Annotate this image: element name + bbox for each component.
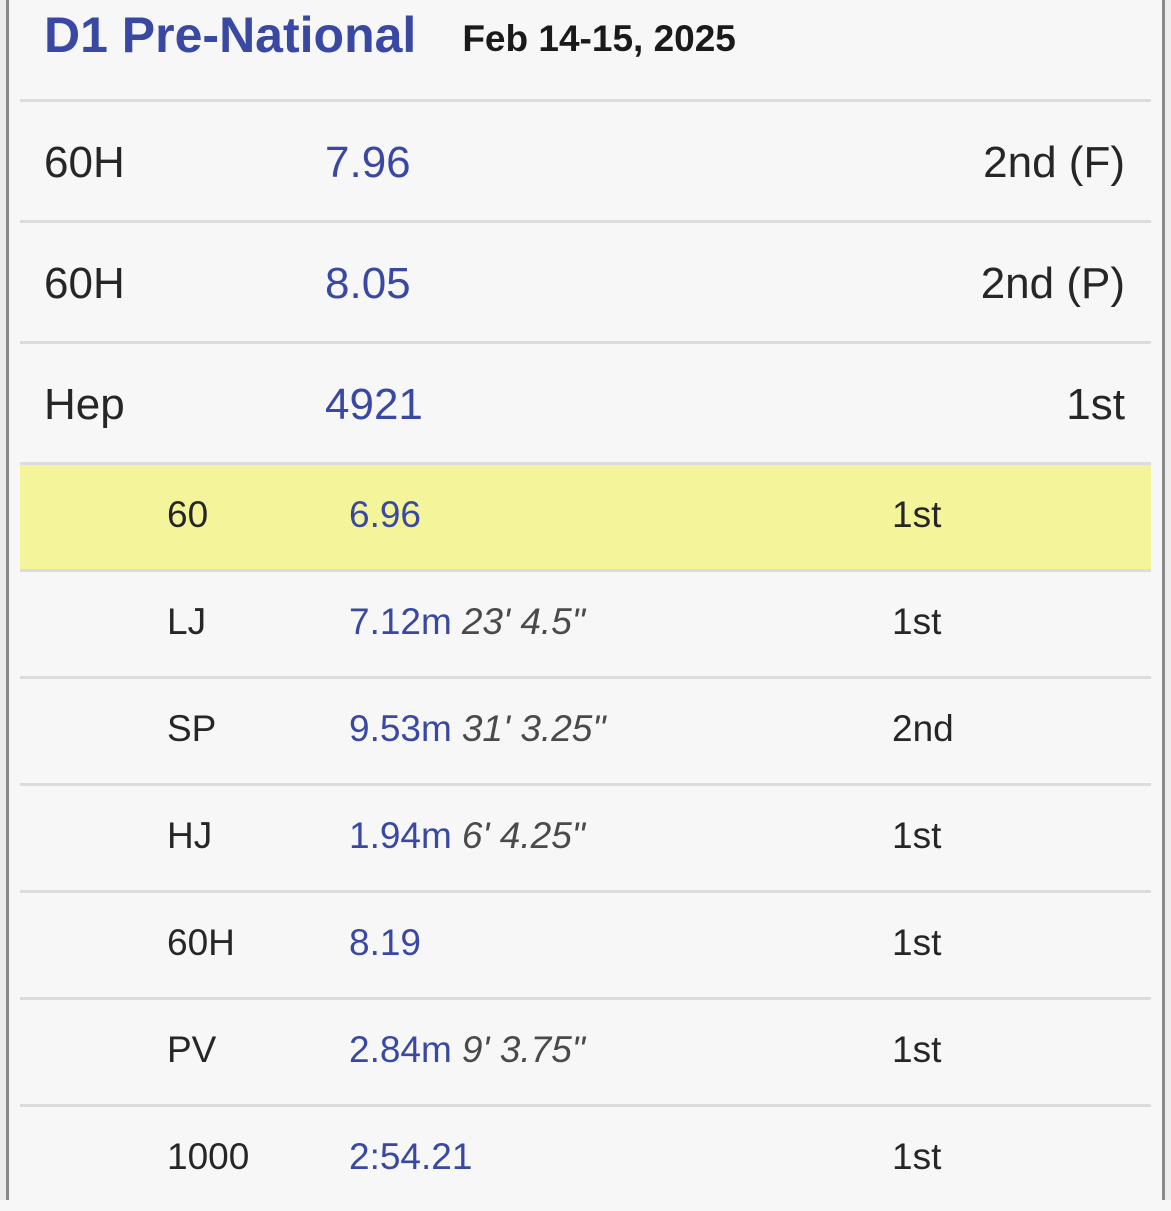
result-mark-link[interactable]: 8.05 (325, 259, 411, 309)
metric-mark: 2:54.21 (349, 1136, 473, 1177)
meet-date: Feb 14-15, 2025 (462, 18, 736, 59)
sub-event-row: 1000 2:54.21 1st (20, 1104, 1151, 1211)
sub-event-mark-link[interactable]: 2:54.21 (349, 1136, 472, 1178)
sub-event-name: HJ (167, 815, 213, 856)
event-name: 60H (44, 138, 125, 187)
sub-event-place: 1st (892, 1136, 942, 1177)
sub-event-mark-link[interactable]: 7.12m 23' 4.5" (349, 601, 585, 643)
metric-mark: 8.19 (349, 922, 422, 963)
sub-event-mark-link[interactable]: 9.53m 31' 3.25" (349, 708, 606, 750)
sub-event-place: 1st (892, 1029, 942, 1070)
imperial-mark: 31' 3.25" (461, 708, 606, 749)
result-place: 1st (1066, 380, 1125, 429)
sub-event-mark-link[interactable]: 2.84m 9' 3.75" (349, 1029, 585, 1071)
sub-event-place: 1st (892, 494, 942, 535)
metric-mark: 1.94m (349, 815, 452, 856)
sub-event-row-highlighted: 60 6.96 1st (20, 462, 1151, 569)
sub-event-name: LJ (167, 601, 207, 642)
sub-event-mark-link[interactable]: 6.96 (349, 494, 421, 536)
result-row: 60H 8.05 2nd (P) (20, 220, 1151, 341)
sub-event-row: SP 9.53m 31' 3.25" 2nd (20, 676, 1151, 783)
sub-event-row: PV 2.84m 9' 3.75" 1st (20, 997, 1151, 1104)
meet-header: D1 Pre-National Feb 14-15, 2025 (44, 0, 1144, 100)
sub-event-place: 2nd (892, 708, 954, 749)
imperial-mark: 6' 4.25" (461, 815, 585, 856)
metric-mark: 2.84m (349, 1029, 452, 1070)
result-place: 2nd (F) (983, 138, 1125, 187)
meet-name-link[interactable]: D1 Pre-National (44, 6, 416, 64)
sub-event-row: 60H 8.19 1st (20, 890, 1151, 997)
metric-mark: 7.12m (349, 601, 452, 642)
right-frame-border (1162, 0, 1171, 1200)
sub-event-mark-link[interactable]: 1.94m 6' 4.25" (349, 815, 585, 857)
metric-mark: 9.53m (349, 708, 452, 749)
event-name: Hep (44, 380, 125, 429)
imperial-mark: 23' 4.5" (461, 601, 585, 642)
sub-event-mark-link[interactable]: 8.19 (349, 922, 421, 964)
sub-event-name: SP (167, 708, 217, 749)
metric-mark: 6.96 (349, 494, 422, 535)
sub-event-place: 1st (892, 815, 942, 856)
sub-event-place: 1st (892, 601, 942, 642)
imperial-mark: 9' 3.75" (461, 1029, 585, 1070)
result-row: Hep 4921 1st (20, 341, 1151, 462)
sub-event-name: 60 (167, 494, 209, 535)
sub-event-row: LJ 7.12m 23' 4.5" 1st (20, 569, 1151, 676)
sub-event-place: 1st (892, 922, 942, 963)
result-row: 60H 7.96 2nd (F) (20, 99, 1151, 220)
sub-event-row: HJ 1.94m 6' 4.25" 1st (20, 783, 1151, 890)
sub-event-name: 1000 (167, 1136, 250, 1177)
result-place: 2nd (P) (980, 259, 1125, 308)
result-mark-link[interactable]: 4921 (325, 380, 423, 430)
left-frame-border (0, 0, 9, 1200)
event-name: 60H (44, 259, 125, 308)
sub-event-name: PV (167, 1029, 217, 1070)
sub-event-name: 60H (167, 922, 235, 963)
result-mark-link[interactable]: 7.96 (325, 138, 411, 188)
